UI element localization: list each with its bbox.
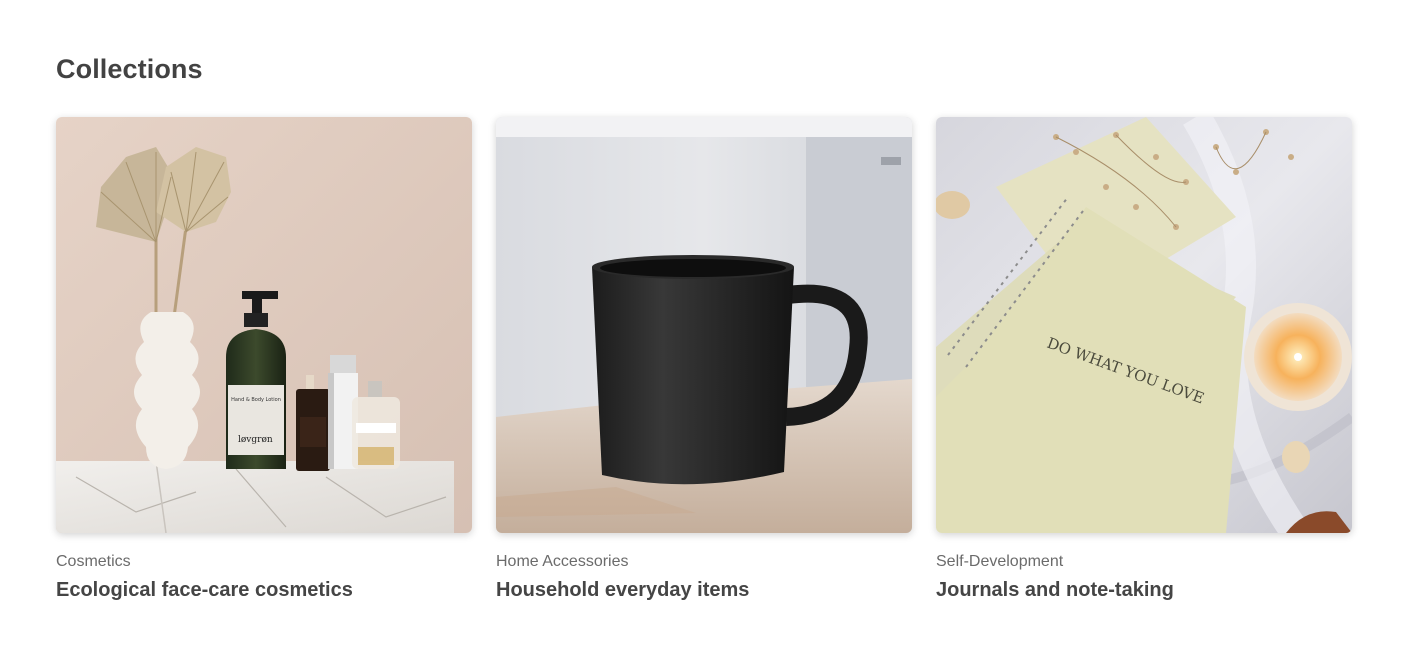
mug-photo xyxy=(496,117,912,533)
cosmetics-image[interactable]: Hand & Body Lotion løvgrøn xyxy=(56,117,472,533)
collections-page: Collections Hand & Body Lotion løvgrøn C… xyxy=(0,0,1408,661)
card-title[interactable]: Household everyday items xyxy=(496,579,912,602)
card-category: Self-Development xyxy=(936,553,1064,570)
collection-cards: Hand & Body Lotion løvgrøn Cosmetics Eco… xyxy=(56,117,1352,602)
lotion-label: Hand & Body Lotion xyxy=(231,397,281,403)
card-title[interactable]: Journals and note-taking xyxy=(936,579,1352,602)
collection-card-home-accessories[interactable]: Home Accessories Household everyday item… xyxy=(496,117,912,602)
collection-card-self-development[interactable]: DO WHAT YOU LOVE Self-Development Journa… xyxy=(936,117,1352,602)
card-category: Home Accessories xyxy=(496,553,629,570)
self-development-image[interactable]: DO WHAT YOU LOVE xyxy=(936,117,1352,533)
brand-label: løvgrøn xyxy=(238,435,273,445)
card-category: Cosmetics xyxy=(56,553,131,570)
card-title[interactable]: Ecological face-care cosmetics xyxy=(56,579,472,602)
collection-card-cosmetics[interactable]: Hand & Body Lotion løvgrøn Cosmetics Eco… xyxy=(56,117,472,602)
cosmetics-photo: Hand & Body Lotion løvgrøn xyxy=(56,117,472,533)
journal-photo: DO WHAT YOU LOVE xyxy=(936,117,1352,533)
section-title: Collections xyxy=(56,54,203,84)
home-accessories-image[interactable] xyxy=(496,117,912,533)
